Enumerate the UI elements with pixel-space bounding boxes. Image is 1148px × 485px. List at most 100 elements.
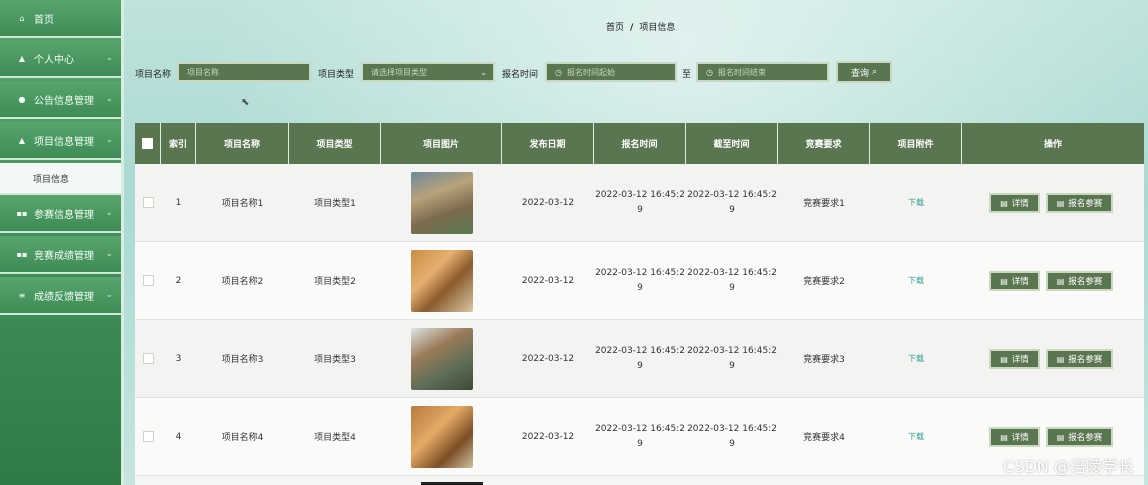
cell-requirement: 竞赛要求2 — [803, 277, 845, 287]
download-link[interactable]: 下载 — [908, 353, 924, 364]
project-image[interactable] — [410, 171, 473, 234]
header-index: 索引 — [161, 123, 196, 164]
cell-publish-date: 2022-03-12 — [521, 275, 575, 286]
cell-project-image — [381, 398, 502, 475]
main-content: 首页 / 项目信息 项目名称 项目名称 项目类型 请选择项目类型 ⌄ 报名时间 ◷ … — [124, 0, 1148, 485]
sidebar-item-label: 项目信息管理 — [34, 136, 94, 148]
project-table: 索引 项目名称 项目类型 项目图片 发布日期 报名时间 截至时间 竞赛要求 项目… — [135, 123, 1144, 485]
detail-button-label: 详情 — [1011, 355, 1029, 365]
cell-project-name: 项目名称2 — [221, 277, 264, 287]
chevron-down-icon: ⌄ — [105, 53, 113, 63]
cell-project-name: 项目名称1 — [221, 199, 264, 209]
cell-attachment: 下载 — [870, 164, 962, 241]
detail-button[interactable]: ▤ 详情 — [989, 193, 1040, 213]
signup-time-line1: 2022-03-12 16:45:2 — [595, 267, 685, 278]
sidebar-item-notice-management[interactable]: ● 公告信息管理 ⌄ — [0, 81, 121, 119]
user-icon: ▲ — [18, 135, 26, 145]
cell-signup-time: 2022-03-12 16:45:2 9 — [594, 398, 686, 475]
deadline-line2: 9 — [729, 282, 735, 293]
row-checkbox[interactable] — [142, 431, 154, 442]
cell-requirement: 竞赛要求1 — [803, 199, 845, 209]
cell-deadline: 2022-03-12 16:45:2 9 — [686, 398, 778, 475]
deadline-line1: 2022-03-12 16:45:2 — [687, 345, 777, 356]
signup-button-label: 报名参赛 — [1068, 199, 1103, 209]
cell-project-image — [381, 242, 502, 319]
sidebar-item-personal-center[interactable]: ▲ 个人中心 ⌄ — [0, 40, 121, 78]
document-icon: ▤ — [1000, 354, 1008, 364]
project-image[interactable] — [410, 327, 473, 390]
breadcrumb-current: 项目信息 — [639, 23, 676, 33]
cell-deadline: 2022-03-12 16:45:2 9 — [686, 242, 778, 319]
header-deadline: 截至时间 — [686, 123, 778, 164]
project-type-label: 项目类型 — [318, 70, 355, 80]
cell-deadline: 2022-03-12 16:45:2 9 — [686, 164, 778, 241]
sidebar-item-label: 公告信息管理 — [34, 95, 94, 107]
table-header: 索引 项目名称 项目类型 项目图片 发布日期 报名时间 截至时间 竞赛要求 项目… — [135, 123, 1144, 164]
signup-button[interactable]: ▤ 报名参赛 — [1046, 193, 1113, 213]
sidebar-item-score-management[interactable]: ▪▪ 竞赛成绩管理 ⌄ — [0, 236, 121, 274]
table-row: 4 项目名称4 项目类型4 2022-03-12 2022-03-12 16:4… — [135, 398, 1144, 476]
download-link[interactable]: 下载 — [908, 431, 924, 442]
signup-time-line2: 9 — [637, 282, 643, 293]
signup-button[interactable]: ▤ 报名参赛 — [1046, 271, 1113, 291]
cell-signup-time: 2022-03-12 16:45:2 9 — [594, 242, 686, 319]
signup-start-input[interactable]: ◷ 报名时间起始 — [545, 62, 677, 82]
row-checkbox[interactable] — [142, 275, 154, 286]
row-checkbox[interactable] — [142, 197, 154, 208]
cell-project-name: 项目名称4 — [221, 433, 264, 443]
header-attachment: 项目附件 — [870, 123, 962, 164]
signup-time-line2: 9 — [637, 438, 643, 449]
project-image[interactable] — [410, 405, 473, 468]
signup-time-line2: 9 — [637, 204, 643, 215]
cell-index: 4 — [175, 431, 182, 442]
document-icon: ▤ — [1056, 198, 1065, 208]
sidebar: ⌂ 首页 ▲ 个人中心 ⌄ ● 公告信息管理 ⌄ ▲ 项目信息管理 ⌄ 项目信息… — [0, 0, 121, 485]
cell-signup-time: 2022-03-12 16:45:2 9 — [594, 320, 686, 397]
signup-time-line2: 9 — [637, 360, 643, 371]
search-button[interactable]: 查询 ⌕ — [836, 61, 892, 83]
sidebar-item-feedback-management[interactable]: ≡ 成绩反馈管理 ⌄ — [0, 277, 121, 315]
cell-project-type: 项目类型3 — [314, 355, 356, 365]
table-row: 3 项目名称3 项目类型3 2022-03-12 2022-03-12 16:4… — [135, 320, 1144, 398]
sidebar-item-entry-management[interactable]: ▪▪ 参赛信息管理 ⌄ — [0, 195, 121, 233]
project-name-input[interactable]: 项目名称 — [177, 62, 311, 82]
detail-button[interactable]: ▤ 详情 — [989, 427, 1040, 447]
sidebar-item-project-management[interactable]: ▲ 项目信息管理 ⌄ — [0, 122, 121, 160]
project-image[interactable] — [410, 249, 473, 312]
detail-button[interactable]: ▤ 详情 — [989, 271, 1040, 291]
cell-requirement: 竞赛要求3 — [803, 355, 845, 365]
cell-deadline: 2022-03-12 16:45:2 9 — [686, 320, 778, 397]
document-icon: ▤ — [1000, 198, 1008, 208]
header-signup-time: 报名时间 — [594, 123, 686, 164]
document-icon: ▤ — [1000, 276, 1008, 286]
detail-button-label: 详情 — [1011, 277, 1029, 287]
select-all-checkbox[interactable] — [142, 138, 153, 149]
project-type-placeholder: 请选择项目类型 — [371, 67, 427, 77]
chevron-down-icon: ⌄ — [105, 94, 113, 104]
row-checkbox-cell — [135, 398, 161, 475]
to-label: 至 — [682, 70, 692, 80]
cell-requirement: 竞赛要求4 — [803, 433, 845, 443]
header-project-image: 项目图片 — [381, 123, 502, 164]
breadcrumb: 首页 / 项目信息 — [606, 20, 675, 33]
chevron-down-icon: ⌄ — [105, 135, 113, 145]
signup-button[interactable]: ▤ 报名参赛 — [1046, 427, 1113, 447]
download-link[interactable]: 下载 — [908, 197, 924, 208]
sidebar-item-home[interactable]: ⌂ 首页 — [0, 0, 121, 38]
menu-icon: ≡ — [18, 290, 26, 300]
cell-publish-date: 2022-03-12 — [521, 197, 575, 208]
sidebar-subitem-project-info[interactable]: 项目信息 — [0, 163, 121, 195]
row-checkbox[interactable] — [142, 353, 154, 364]
signup-end-input[interactable]: ◷ 报名时间结束 — [696, 62, 829, 82]
breadcrumb-home[interactable]: 首页 — [606, 23, 624, 33]
signup-button[interactable]: ▤ 报名参赛 — [1046, 349, 1113, 369]
detail-button[interactable]: ▤ 详情 — [989, 349, 1040, 369]
header-actions: 操作 — [1043, 140, 1062, 150]
row-checkbox-cell — [135, 242, 161, 319]
deadline-line2: 9 — [729, 204, 735, 215]
project-type-select[interactable]: 请选择项目类型 ⌄ — [361, 62, 495, 82]
cell-attachment: 下载 — [870, 242, 962, 319]
download-link[interactable]: 下载 — [908, 275, 924, 286]
deadline-line1: 2022-03-12 16:45:2 — [687, 189, 777, 200]
select-all-checkbox-cell — [135, 123, 161, 164]
